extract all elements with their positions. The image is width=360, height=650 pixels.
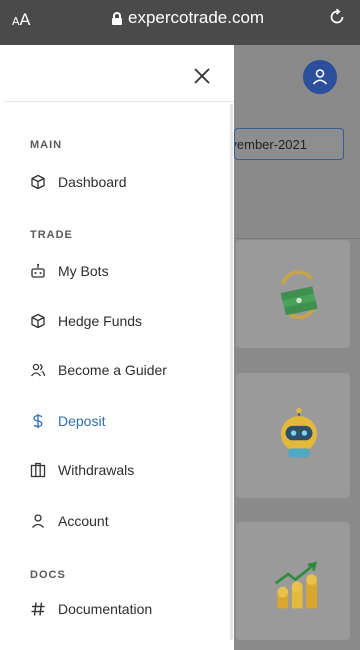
dollar-icon [30,413,46,429]
reload-icon[interactable] [328,8,346,26]
url-field[interactable]: expercotrade.com [112,8,264,28]
nav-item-label: My Bots [58,263,109,279]
robot-icon [30,263,46,279]
text-size-large-glyph: A [19,10,31,29]
nav-item-deposit[interactable]: Deposit [30,408,105,434]
nav-item-hedge-funds[interactable]: Hedge Funds [30,308,142,334]
background-card-robot[interactable] [236,373,350,498]
text-size-button[interactable]: AA [12,10,30,29]
background-card-growth[interactable] [236,522,350,640]
url-text: expercotrade.com [128,8,265,27]
section-label-docs: DOCS [30,569,66,581]
nav-item-label: Dashboard [58,174,127,190]
navigation-drawer [0,45,234,650]
nav-item-label: Hedge Funds [58,313,143,329]
growth-coins-icon [274,561,318,609]
nav-item-label: Account [58,513,109,529]
month-select-value: vember-2021 [234,137,307,152]
cube-icon [30,174,46,190]
drawer-scrollbar[interactable] [230,104,233,640]
nav-item-documentation[interactable]: Documentation [30,596,152,622]
nav-item-label: Withdrawals [58,462,135,478]
close-icon[interactable] [192,66,212,86]
section-label-trade: TRADE [30,229,73,241]
users-icon [30,362,46,378]
user-icon [30,513,46,529]
bank-icon [30,462,46,478]
nav-item-dashboard[interactable]: Dashboard [30,169,127,195]
nav-item-become-a-guider[interactable]: Become a Guider [30,357,167,383]
cube-icon [30,313,46,329]
background-card-bots[interactable] [236,240,350,348]
nav-item-account[interactable]: Account [30,508,109,534]
section-label-main: MAIN [30,139,63,151]
user-avatar-button[interactable] [303,60,337,94]
nav-item-label: Become a Guider [58,362,167,378]
nav-item-label: Deposit [58,413,106,429]
nav-item-my-bots[interactable]: My Bots [30,258,109,284]
hash-icon [30,601,46,617]
robot-illustration-icon [281,407,317,458]
month-select[interactable]: vember-2021 [234,128,344,160]
drawer-header-divider [4,101,234,102]
browser-address-bar: AA expercotrade.com [0,0,360,45]
text-size-small-glyph: A [12,15,20,28]
money-bills-icon [280,270,318,320]
background-divider [236,238,360,239]
nav-item-label: Documentation [58,601,153,617]
nav-item-withdrawals[interactable]: Withdrawals [30,457,134,483]
lock-icon [112,11,122,25]
